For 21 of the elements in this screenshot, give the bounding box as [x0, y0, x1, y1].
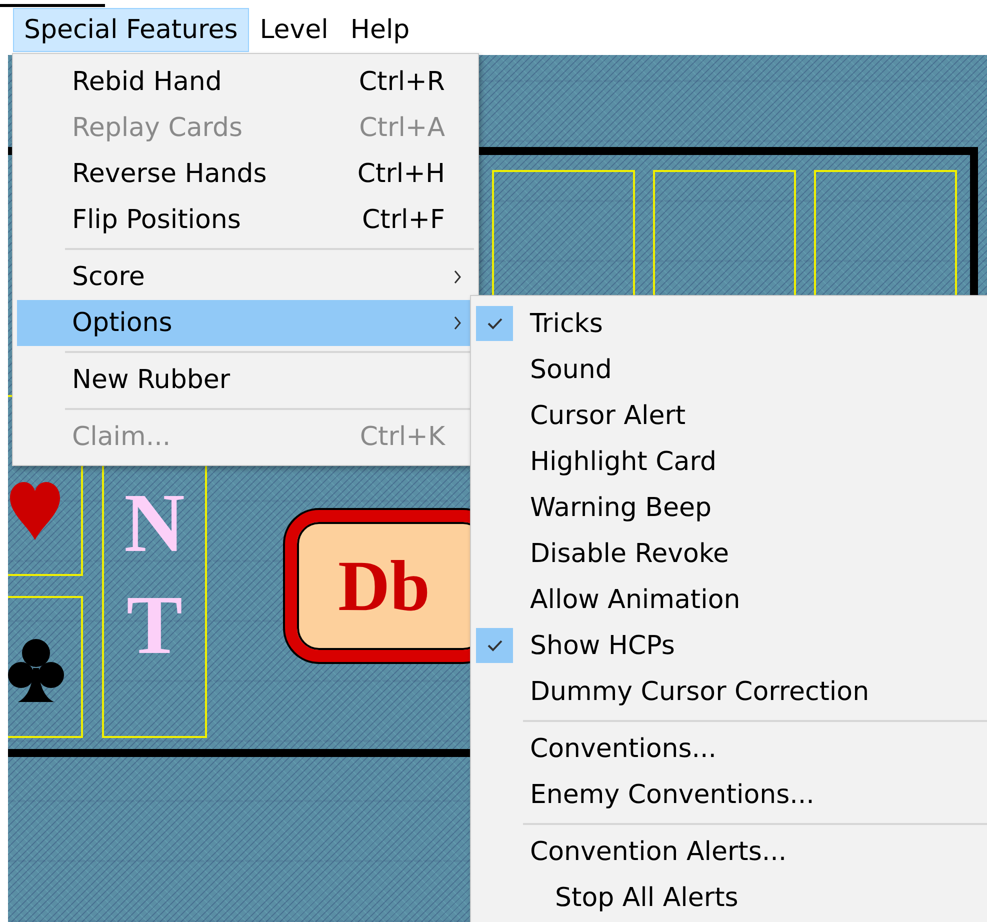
menu-item[interactable]: Conventions... — [475, 726, 987, 772]
menubar-item[interactable]: Level — [248, 8, 340, 52]
menu-item[interactable]: Cursor Alert — [475, 393, 987, 439]
menu-item[interactable]: Sound — [475, 347, 987, 393]
menu-item[interactable]: Rebid Hand Ctrl+R — [17, 59, 474, 105]
menu-item[interactable]: Enemy Conventions... — [475, 772, 987, 818]
menu-item[interactable]: Convention Alerts... — [475, 829, 987, 875]
strain-letter: T — [126, 594, 183, 658]
menubar-item[interactable]: Help — [339, 8, 421, 52]
heart-icon — [10, 482, 60, 542]
strain-letter: N — [124, 492, 185, 556]
menu-item[interactable]: Dummy Cursor Correction — [475, 669, 987, 715]
menu-item[interactable]: New Rubber — [17, 357, 474, 403]
menu-item[interactable]: Reverse Hands Ctrl+H — [17, 151, 474, 197]
menu-item[interactable]: Flip Positions Ctrl+F — [17, 197, 474, 243]
menu-item[interactable]: Stop All Alerts — [475, 875, 987, 921]
menubar-item[interactable]: Special Features — [13, 8, 249, 52]
club-icon — [8, 638, 64, 704]
menu-item[interactable]: Tricks — [475, 301, 987, 347]
menu-item[interactable]: Highlight Card — [475, 439, 987, 485]
menu-item[interactable]: Score — [17, 254, 474, 300]
